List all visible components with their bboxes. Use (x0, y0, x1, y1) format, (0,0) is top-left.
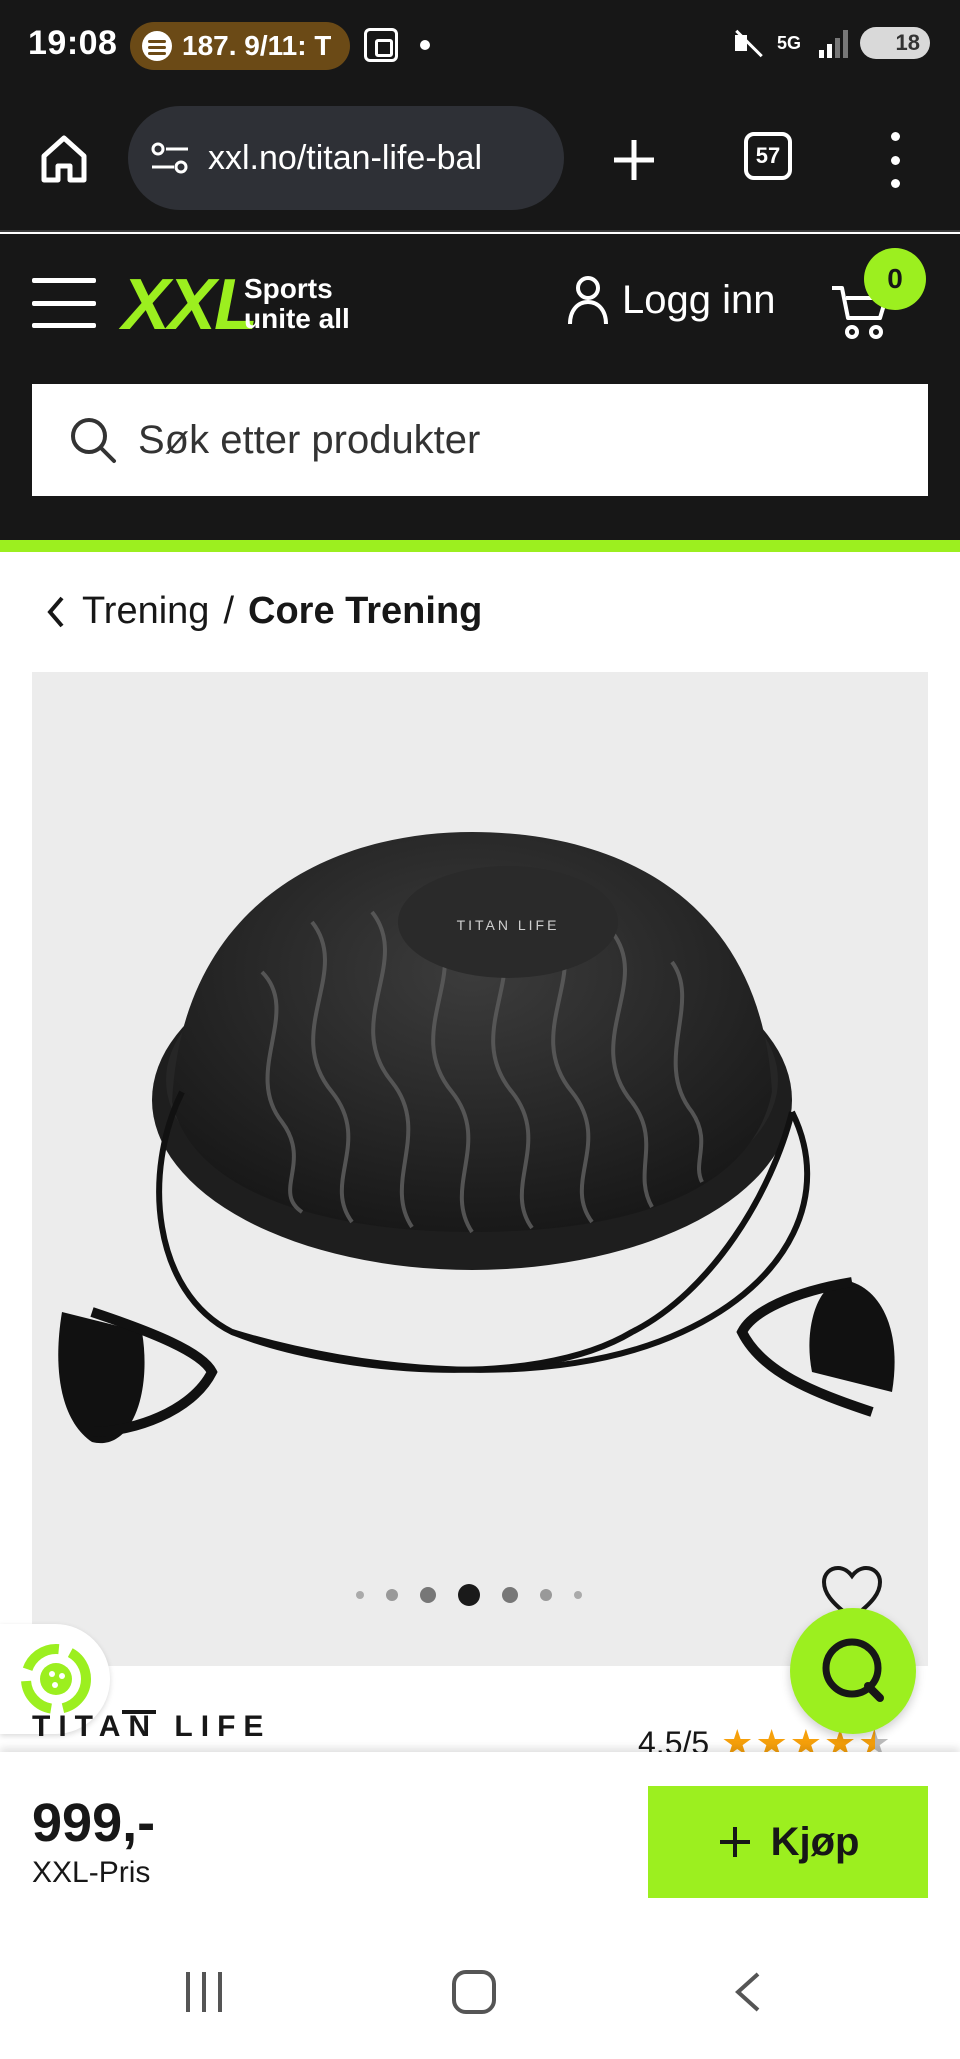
carousel-pagination (356, 1584, 582, 1606)
notification-dot-icon (420, 40, 430, 50)
sticky-buy-bar: 999,- XXL-Pris Kjøp (0, 1752, 960, 1912)
status-time: 19:08 (28, 24, 118, 62)
buy-button[interactable]: Kjøp (648, 1786, 928, 1898)
breadcrumb-current[interactable]: Core Trening (248, 590, 482, 633)
chat-bubble-icon (822, 1638, 884, 1702)
new-tab-button[interactable] (606, 132, 662, 188)
product-image-carousel[interactable]: TITAN LIFE (32, 672, 928, 1666)
breadcrumb-parent-link[interactable]: Trening (82, 590, 209, 633)
url-text: xxl.no/titan-life-bal (208, 138, 483, 177)
system-home-button[interactable] (452, 1970, 496, 2014)
user-icon (568, 276, 608, 325)
address-bar[interactable]: xxl.no/titan-life-bal (128, 106, 564, 210)
mute-icon (731, 26, 765, 60)
signal-icon (819, 28, 848, 58)
image-brand-text: TITAN LIFE (457, 917, 560, 933)
system-back-button[interactable] (728, 1970, 768, 2014)
menu-dot-icon (890, 132, 900, 141)
tagline-line-1: Sports (244, 273, 333, 304)
breadcrumb: Trening / Core Trening (44, 590, 482, 633)
system-navigation-bar (0, 1912, 960, 2059)
tab-switcher-button[interactable]: 57 (744, 132, 792, 180)
carousel-dot[interactable] (420, 1587, 436, 1603)
spotify-icon (142, 31, 172, 61)
breadcrumb-separator: / (223, 590, 234, 632)
chat-button[interactable] (790, 1608, 916, 1734)
menu-dot-icon (890, 179, 900, 188)
browser-toolbar: xxl.no/titan-life-bal 57 (0, 92, 960, 232)
menu-dot-icon (890, 155, 900, 165)
carousel-dot-active[interactable] (458, 1584, 480, 1606)
search-placeholder: Søk etter produkter (138, 417, 481, 462)
carousel-dot[interactable] (356, 1591, 364, 1599)
carousel-dot[interactable] (502, 1587, 518, 1603)
status-bar: 19:08 187. 9/11: T 5G 18 (0, 0, 960, 92)
search-input[interactable]: Søk etter produkter (32, 384, 928, 496)
carousel-dot[interactable] (574, 1591, 582, 1599)
tagline-line-2: unite all (244, 303, 350, 334)
carousel-dot[interactable] (386, 1589, 398, 1601)
back-chevron-icon (735, 1972, 760, 2012)
price-label: XXL-Pris (32, 1856, 151, 1889)
xxl-logo[interactable]: XXL (122, 264, 258, 346)
status-icons: 5G 18 (731, 26, 930, 60)
brand-logo[interactable]: TITAN LIFE (32, 1710, 271, 1754)
battery-indicator: 18 (860, 27, 930, 59)
browser-menu-button[interactable] (880, 132, 910, 188)
carousel-dot[interactable] (540, 1589, 552, 1601)
hamburger-menu-button[interactable] (32, 278, 96, 328)
browser-home-button[interactable] (36, 130, 92, 186)
product-price: 999,- (32, 1793, 156, 1853)
network-type: 5G (777, 33, 802, 53)
media-notification-pill[interactable]: 187. 9/11: T (130, 22, 350, 70)
buy-label: Kjøp (770, 1819, 860, 1864)
login-button[interactable]: Logg inn (566, 274, 775, 326)
recent-apps-button[interactable] (186, 1972, 222, 2012)
site-header: XXL Sports unite all Logg inn 0 Søk ette… (0, 234, 960, 552)
screenshot-icon (364, 28, 398, 62)
plus-icon (719, 1827, 750, 1857)
search-icon (71, 418, 116, 463)
chevron-left-icon[interactable] (44, 594, 68, 630)
login-label: Logg inn (622, 277, 776, 322)
plus-icon (614, 140, 654, 180)
home-icon (41, 135, 87, 183)
site-settings-icon (151, 142, 188, 174)
cart-count-badge: 0 (864, 248, 926, 310)
logo-tagline: Sports unite all (244, 274, 384, 334)
balance-trainer-image: TITAN LIFE (58, 832, 895, 1444)
media-notification-text: 187. 9/11: T (182, 30, 332, 61)
